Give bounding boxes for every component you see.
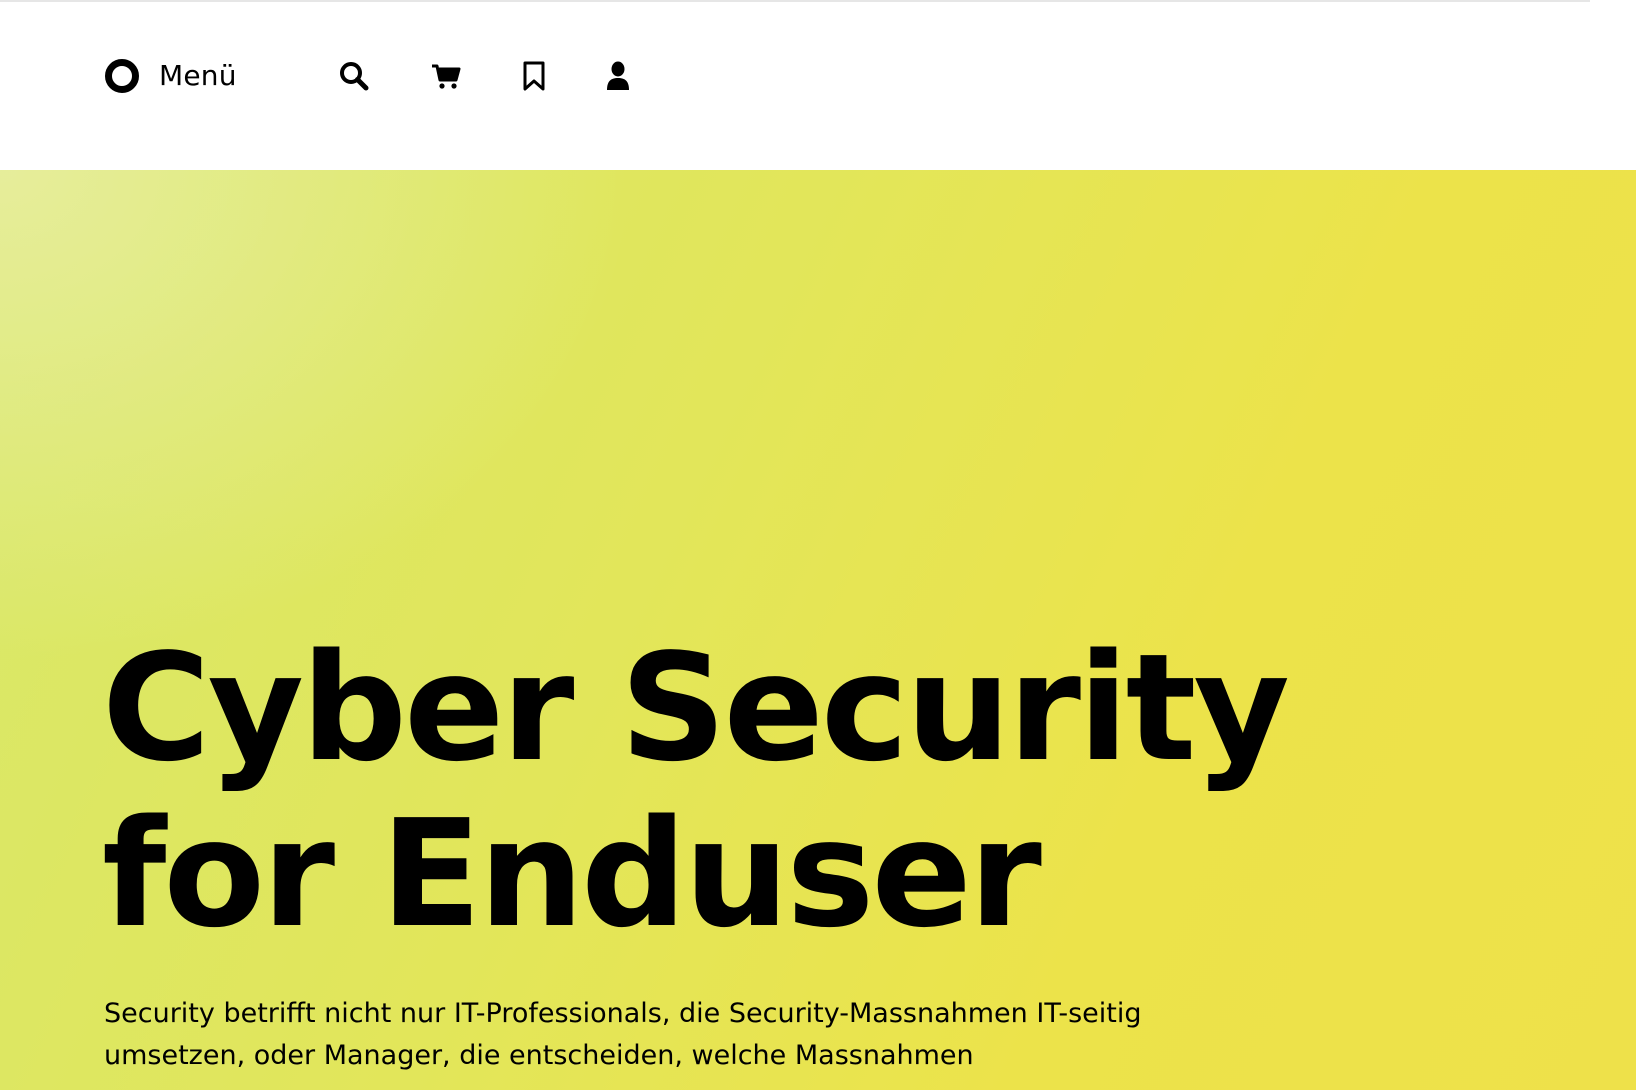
user-icon	[607, 61, 629, 90]
account-button[interactable]	[600, 58, 636, 94]
cart-icon	[432, 64, 461, 89]
menu-label: Menü	[159, 59, 237, 92]
bookmark-button[interactable]	[516, 58, 552, 94]
search-icon	[340, 62, 369, 91]
search-button[interactable]	[336, 58, 372, 94]
site-header: Menü	[0, 0, 1636, 170]
hero-intro-text: Security betrifft nicht nur IT-Professio…	[104, 998, 1142, 1071]
menu-button[interactable]: Menü	[105, 56, 237, 96]
hero-title: Cyber Security for Enduser	[102, 622, 1290, 960]
top-divider	[0, 0, 1590, 2]
cart-button[interactable]	[428, 58, 464, 94]
bookmark-icon	[523, 61, 545, 91]
circle-ring-icon	[105, 59, 139, 93]
hero-section: Cyber Security for Enduser Security betr…	[0, 170, 1636, 1090]
